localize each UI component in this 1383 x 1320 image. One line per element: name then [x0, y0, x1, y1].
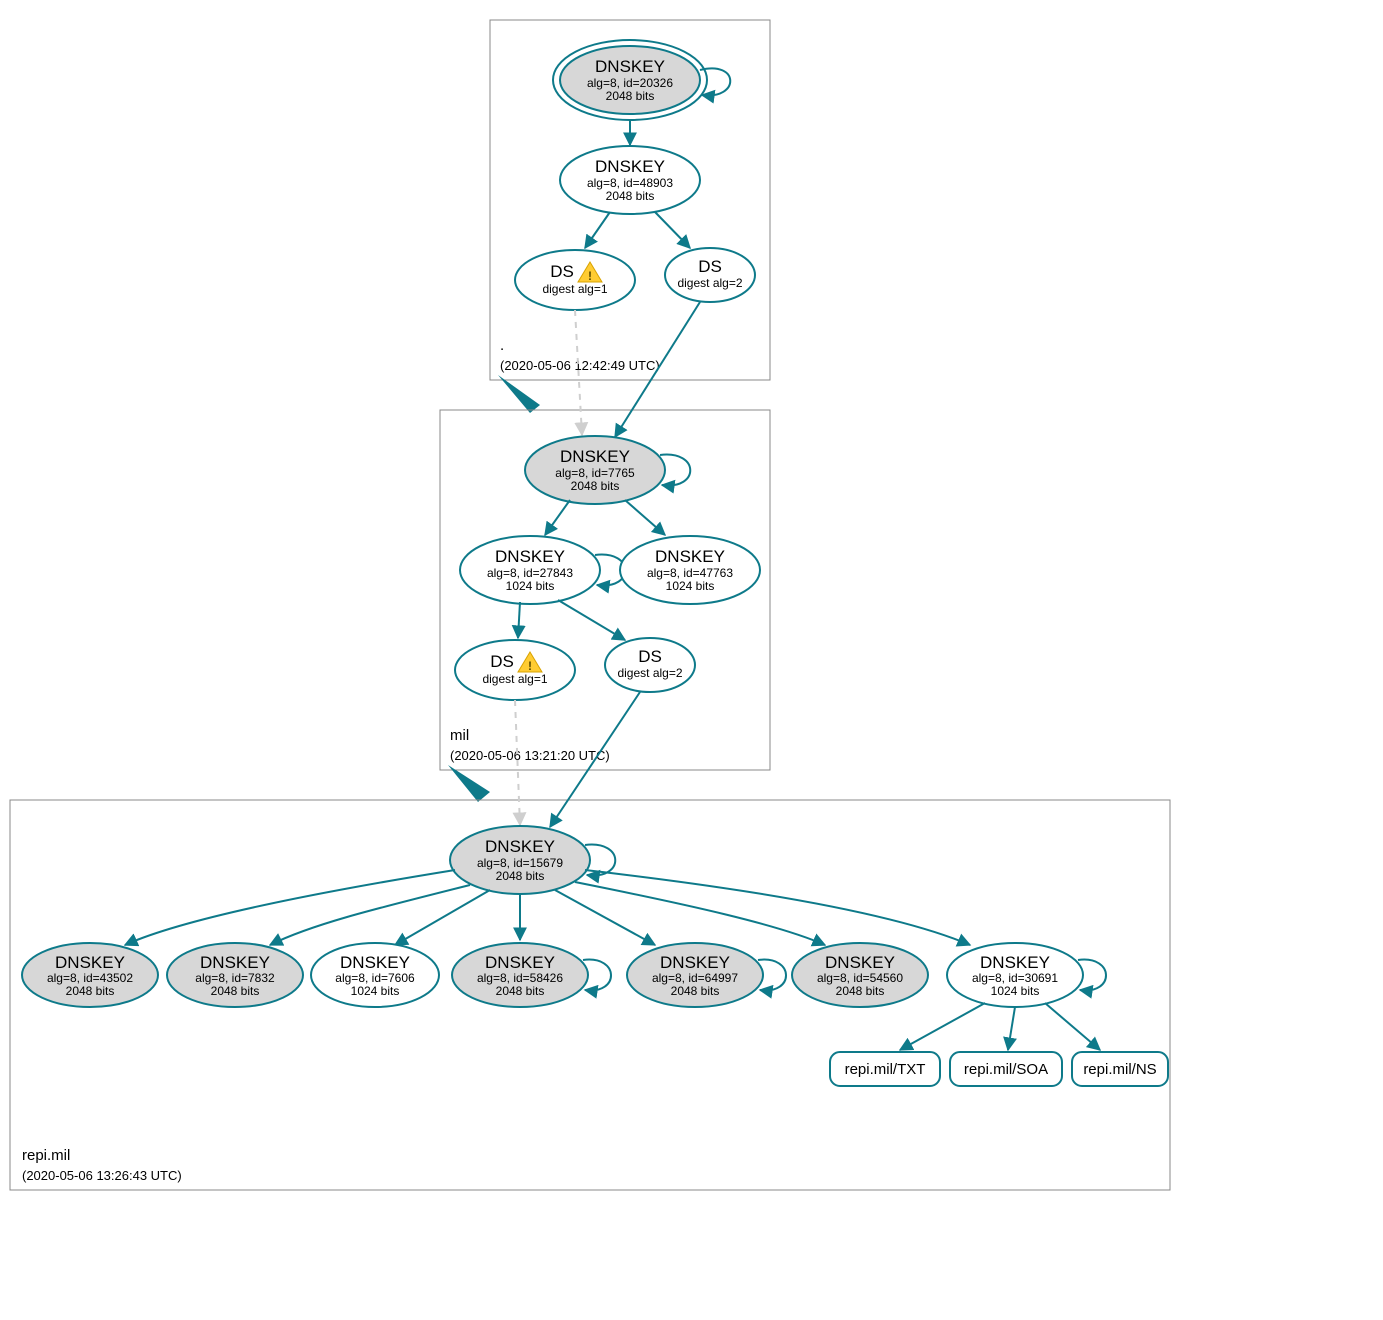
node-mil-ds2: DS digest alg=2 [605, 638, 695, 692]
svg-text:alg=8, id=58426: alg=8, id=58426 [477, 971, 563, 985]
edge-repi-ksk-k6 [575, 882, 825, 945]
svg-text:alg=8, id=20326: alg=8, id=20326 [587, 76, 673, 90]
svg-text:2048 bits: 2048 bits [836, 984, 885, 998]
node-mil-zsk-b: DNSKEY alg=8, id=47763 1024 bits [620, 536, 760, 604]
svg-text:2048 bits: 2048 bits [211, 984, 260, 998]
node-repi-k5: DNSKEY alg=8, id=64997 2048 bits [627, 943, 763, 1007]
svg-text:repi.mil/NS: repi.mil/NS [1083, 1061, 1156, 1078]
node-repi-ksk: DNSKEY alg=8, id=15679 2048 bits [450, 826, 590, 894]
svg-text:alg=8, id=54560: alg=8, id=54560 [817, 971, 903, 985]
svg-text:alg=8, id=7765: alg=8, id=7765 [555, 466, 635, 480]
node-repi-k7: DNSKEY alg=8, id=30691 1024 bits [947, 943, 1083, 1007]
svg-text:DNSKEY: DNSKEY [560, 447, 630, 466]
svg-text:2048 bits: 2048 bits [66, 984, 115, 998]
record-ns: repi.mil/NS [1072, 1052, 1168, 1086]
zone-root-ts: (2020-05-06 12:42:49 UTC) [500, 358, 660, 373]
record-txt: repi.mil/TXT [830, 1052, 940, 1086]
edge-repi-ksk-k1 [125, 870, 455, 945]
svg-text:digest alg=2: digest alg=2 [617, 666, 682, 680]
node-root-ksk: DNSKEY alg=8, id=20326 2048 bits [553, 40, 707, 120]
zone-root-name: . [500, 337, 504, 354]
svg-text:DNSKEY: DNSKEY [980, 953, 1050, 972]
node-mil-zsk-a: DNSKEY alg=8, id=27843 1024 bits [460, 536, 600, 604]
edge-mil-zska-ds1 [518, 602, 520, 638]
node-repi-k4: DNSKEY alg=8, id=58426 2048 bits [452, 943, 588, 1007]
svg-text:DS: DS [550, 262, 574, 281]
edge-root-zsk-ds2 [655, 212, 690, 248]
svg-text:2048 bits: 2048 bits [496, 869, 545, 883]
svg-text:1024 bits: 1024 bits [506, 579, 555, 593]
node-repi-k1: DNSKEY alg=8, id=43502 2048 bits [22, 943, 158, 1007]
record-soa: repi.mil/SOA [950, 1052, 1062, 1086]
svg-text:DNSKEY: DNSKEY [825, 953, 895, 972]
edge-repi-ksk-k2 [270, 885, 470, 945]
svg-text:digest alg=2: digest alg=2 [677, 276, 742, 290]
svg-text:DNSKEY: DNSKEY [595, 57, 665, 76]
dnssec-graph: . (2020-05-06 12:42:49 UTC) DNSKEY alg=8… [0, 0, 1383, 1320]
edge-mil-ksk-zskb [625, 500, 665, 535]
svg-text:alg=8, id=43502: alg=8, id=43502 [47, 971, 133, 985]
svg-text:2048 bits: 2048 bits [671, 984, 720, 998]
node-root-ds1: DS digest alg=1 ! [515, 250, 635, 310]
edge-root-zsk-ds1 [585, 212, 610, 248]
svg-text:!: ! [588, 269, 592, 283]
edge-repi-ksk-k3 [395, 890, 490, 945]
svg-text:alg=8, id=30691: alg=8, id=30691 [972, 971, 1058, 985]
edge-mil-ksk-zska [545, 500, 570, 535]
zone-repi-name: repi.mil [22, 1147, 70, 1164]
svg-text:alg=8, id=15679: alg=8, id=15679 [477, 856, 563, 870]
zone-mil-ts: (2020-05-06 13:21:20 UTC) [450, 748, 610, 763]
svg-text:2048 bits: 2048 bits [496, 984, 545, 998]
svg-text:DNSKEY: DNSKEY [595, 157, 665, 176]
svg-text:DNSKEY: DNSKEY [485, 953, 555, 972]
edge-repi-k7-txt [900, 1003, 985, 1050]
svg-text:alg=8, id=47763: alg=8, id=47763 [647, 566, 733, 580]
svg-text:DNSKEY: DNSKEY [655, 547, 725, 566]
svg-text:1024 bits: 1024 bits [666, 579, 715, 593]
edge-mil-zska-ds2 [558, 600, 625, 640]
edge-repi-ksk-k7 [585, 870, 970, 945]
svg-text:digest alg=1: digest alg=1 [482, 672, 547, 686]
edge-repi-ksk-k5 [555, 890, 655, 945]
svg-text:2048 bits: 2048 bits [606, 189, 655, 203]
svg-text:1024 bits: 1024 bits [991, 984, 1040, 998]
svg-text:DNSKEY: DNSKEY [55, 953, 125, 972]
zone-mil-name: mil [450, 727, 469, 744]
svg-text:DNSKEY: DNSKEY [340, 953, 410, 972]
svg-text:1024 bits: 1024 bits [351, 984, 400, 998]
svg-text:!: ! [528, 659, 532, 673]
edge-repi-k7-soa [1008, 1007, 1015, 1050]
node-mil-ksk: DNSKEY alg=8, id=7765 2048 bits [525, 436, 665, 504]
svg-text:2048 bits: 2048 bits [606, 89, 655, 103]
svg-text:DNSKEY: DNSKEY [660, 953, 730, 972]
zone-arrow-root-mil [498, 375, 540, 413]
svg-text:alg=8, id=48903: alg=8, id=48903 [587, 176, 673, 190]
svg-text:DNSKEY: DNSKEY [495, 547, 565, 566]
node-root-zsk: DNSKEY alg=8, id=48903 2048 bits [560, 146, 700, 214]
svg-text:alg=8, id=27843: alg=8, id=27843 [487, 566, 573, 580]
node-repi-k6: DNSKEY alg=8, id=54560 2048 bits [792, 943, 928, 1007]
svg-text:DS: DS [638, 647, 662, 666]
svg-text:repi.mil/TXT: repi.mil/TXT [845, 1061, 926, 1078]
svg-text:DNSKEY: DNSKEY [200, 953, 270, 972]
node-repi-k2: DNSKEY alg=8, id=7832 2048 bits [167, 943, 303, 1007]
svg-text:DNSKEY: DNSKEY [485, 837, 555, 856]
svg-text:digest alg=1: digest alg=1 [542, 282, 607, 296]
svg-text:2048 bits: 2048 bits [571, 479, 620, 493]
svg-text:DS: DS [490, 652, 514, 671]
node-mil-ds1: DS digest alg=1 ! [455, 640, 575, 700]
node-root-ds2: DS digest alg=2 [665, 248, 755, 302]
svg-text:DS: DS [698, 257, 722, 276]
svg-text:alg=8, id=7606: alg=8, id=7606 [335, 971, 415, 985]
svg-text:repi.mil/SOA: repi.mil/SOA [964, 1061, 1048, 1078]
zone-repi-ts: (2020-05-06 13:26:43 UTC) [22, 1168, 182, 1183]
zone-arrow-mil-repi [448, 765, 490, 802]
edge-repi-k7-ns [1045, 1003, 1100, 1050]
svg-text:alg=8, id=7832: alg=8, id=7832 [195, 971, 275, 985]
svg-text:alg=8, id=64997: alg=8, id=64997 [652, 971, 738, 985]
node-repi-k3: DNSKEY alg=8, id=7606 1024 bits [311, 943, 439, 1007]
